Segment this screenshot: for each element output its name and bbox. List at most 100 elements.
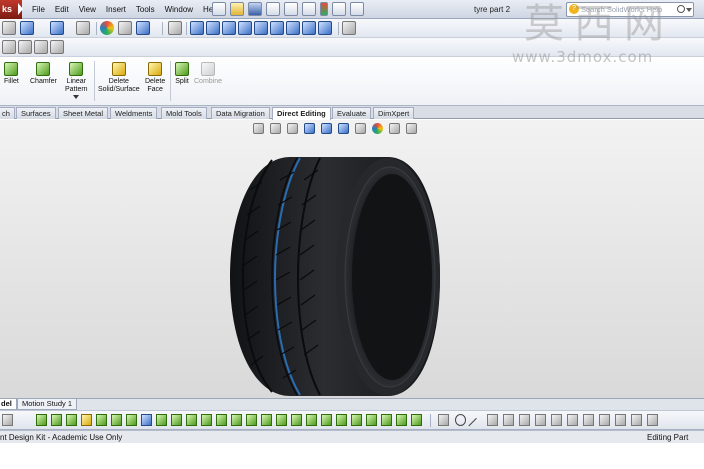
sketch-icon[interactable] bbox=[487, 414, 498, 426]
sketch-icon[interactable] bbox=[567, 414, 578, 426]
feature-icon[interactable] bbox=[411, 414, 422, 426]
feature-icon[interactable] bbox=[96, 414, 107, 426]
display-style-icon[interactable] bbox=[76, 21, 90, 35]
menu-edit[interactable]: Edit bbox=[50, 0, 74, 19]
feature-icon[interactable] bbox=[231, 414, 242, 426]
menu-tools[interactable]: Tools bbox=[131, 0, 160, 19]
feature-icon[interactable] bbox=[246, 414, 257, 426]
feature-icon[interactable] bbox=[321, 414, 332, 426]
sketch-icon[interactable] bbox=[599, 414, 610, 426]
view-orientation-icon[interactable] bbox=[50, 21, 64, 35]
search-icon[interactable] bbox=[677, 5, 685, 13]
feature-icon[interactable] bbox=[366, 414, 377, 426]
front-view-icon[interactable] bbox=[190, 21, 204, 35]
anchor-icon[interactable] bbox=[168, 21, 182, 35]
appearance-icon[interactable] bbox=[100, 21, 114, 35]
feature-icon[interactable] bbox=[381, 414, 392, 426]
feature-icon[interactable] bbox=[186, 414, 197, 426]
chevron-down-icon[interactable] bbox=[73, 95, 80, 99]
tab-surfaces[interactable]: Surfaces bbox=[16, 107, 56, 119]
sketch-icon[interactable] bbox=[647, 414, 658, 426]
rebuild-traffic-light-icon[interactable] bbox=[320, 2, 328, 16]
sketch-icon[interactable] bbox=[438, 414, 449, 426]
save-icon[interactable] bbox=[248, 2, 262, 16]
sketch-icon[interactable] bbox=[631, 414, 642, 426]
delete-face-button[interactable]: Delete Face bbox=[145, 62, 165, 94]
feature-icon[interactable] bbox=[51, 414, 62, 426]
back-view-icon[interactable] bbox=[206, 21, 220, 35]
feature-icon[interactable] bbox=[66, 414, 77, 426]
menu-file[interactable]: File bbox=[27, 0, 50, 19]
sketch-icon[interactable] bbox=[503, 414, 514, 426]
bottom-view-icon[interactable] bbox=[270, 21, 284, 35]
view-settings-icon[interactable] bbox=[136, 21, 150, 35]
tab-sheet-metal[interactable]: Sheet Metal bbox=[58, 107, 109, 119]
fillet-button[interactable]: Fillet bbox=[4, 62, 19, 86]
tool-icon[interactable] bbox=[34, 40, 48, 54]
tab-evaluate[interactable]: Evaluate bbox=[332, 107, 372, 119]
feature-icon[interactable] bbox=[141, 414, 152, 426]
menu-window[interactable]: Window bbox=[160, 0, 198, 19]
zoom-icon[interactable] bbox=[2, 21, 16, 35]
tool-icon[interactable] bbox=[2, 414, 13, 426]
options-icon[interactable] bbox=[350, 2, 364, 16]
top-view-icon[interactable] bbox=[254, 21, 268, 35]
print-icon[interactable] bbox=[266, 2, 280, 16]
feature-icon[interactable] bbox=[261, 414, 272, 426]
right-view-icon[interactable] bbox=[238, 21, 252, 35]
feature-icon[interactable] bbox=[171, 414, 182, 426]
feature-icon[interactable] bbox=[336, 414, 347, 426]
tab-weldments[interactable]: Weldments bbox=[110, 107, 158, 119]
feature-icon[interactable] bbox=[216, 414, 227, 426]
delete-solid-surface-button[interactable]: Delete Solid/Surface bbox=[98, 62, 140, 94]
select-arrow-icon[interactable] bbox=[302, 2, 316, 16]
split-button[interactable]: Split bbox=[175, 62, 189, 86]
sketch-icon[interactable] bbox=[583, 414, 594, 426]
combine-button[interactable]: Combine bbox=[194, 62, 222, 86]
sketch-icon[interactable] bbox=[551, 414, 562, 426]
tire-model[interactable] bbox=[0, 120, 704, 398]
sketch-icon[interactable] bbox=[535, 414, 546, 426]
tab-dimxpert[interactable]: DimXpert bbox=[373, 107, 415, 119]
undo-icon[interactable] bbox=[284, 2, 298, 16]
menu-view[interactable]: View bbox=[74, 0, 101, 19]
menu-insert[interactable]: Insert bbox=[101, 0, 131, 19]
left-view-icon[interactable] bbox=[222, 21, 236, 35]
feature-icon[interactable] bbox=[306, 414, 317, 426]
tab-sketch[interactable]: ch bbox=[0, 107, 15, 119]
linear-pattern-button[interactable]: Linear Pattern bbox=[65, 62, 88, 99]
tab-mold-tools[interactable]: Mold Tools bbox=[161, 107, 207, 119]
trimetric-view-icon[interactable] bbox=[302, 21, 316, 35]
open-folder-icon[interactable] bbox=[230, 2, 244, 16]
chevron-down-icon[interactable] bbox=[686, 8, 692, 12]
feature-icon[interactable] bbox=[36, 414, 47, 426]
feature-icon[interactable] bbox=[111, 414, 122, 426]
new-doc-icon[interactable] bbox=[212, 2, 226, 16]
section-view-icon[interactable] bbox=[20, 21, 34, 35]
feature-icon[interactable] bbox=[201, 414, 212, 426]
feature-icon[interactable] bbox=[291, 414, 302, 426]
feature-icon[interactable] bbox=[156, 414, 167, 426]
feature-icon[interactable] bbox=[276, 414, 287, 426]
tab-direct-editing[interactable]: Direct Editing bbox=[272, 107, 331, 120]
feature-icon[interactable] bbox=[351, 414, 362, 426]
feature-icon[interactable] bbox=[396, 414, 407, 426]
sketch-icon[interactable] bbox=[519, 414, 530, 426]
tool-icon[interactable] bbox=[2, 40, 16, 54]
tool-icon[interactable] bbox=[18, 40, 32, 54]
chamfer-button[interactable]: Chamfer bbox=[30, 62, 57, 86]
feature-icon[interactable] bbox=[126, 414, 137, 426]
scene-icon[interactable] bbox=[118, 21, 132, 35]
circle-icon[interactable] bbox=[455, 414, 466, 426]
tab-motion-study-1[interactable]: Motion Study 1 bbox=[17, 399, 78, 410]
dimetric-view-icon[interactable] bbox=[318, 21, 332, 35]
graphics-viewport[interactable] bbox=[0, 120, 704, 398]
file-properties-icon[interactable] bbox=[332, 2, 346, 16]
normal-to-icon[interactable] bbox=[342, 21, 356, 35]
sketch-icon[interactable] bbox=[615, 414, 626, 426]
feature-icon[interactable] bbox=[81, 414, 92, 426]
tab-data-migration[interactable]: Data Migration bbox=[211, 107, 270, 119]
tool-icon[interactable] bbox=[50, 40, 64, 54]
tab-model[interactable]: del bbox=[0, 399, 17, 410]
isometric-view-icon[interactable] bbox=[286, 21, 300, 35]
